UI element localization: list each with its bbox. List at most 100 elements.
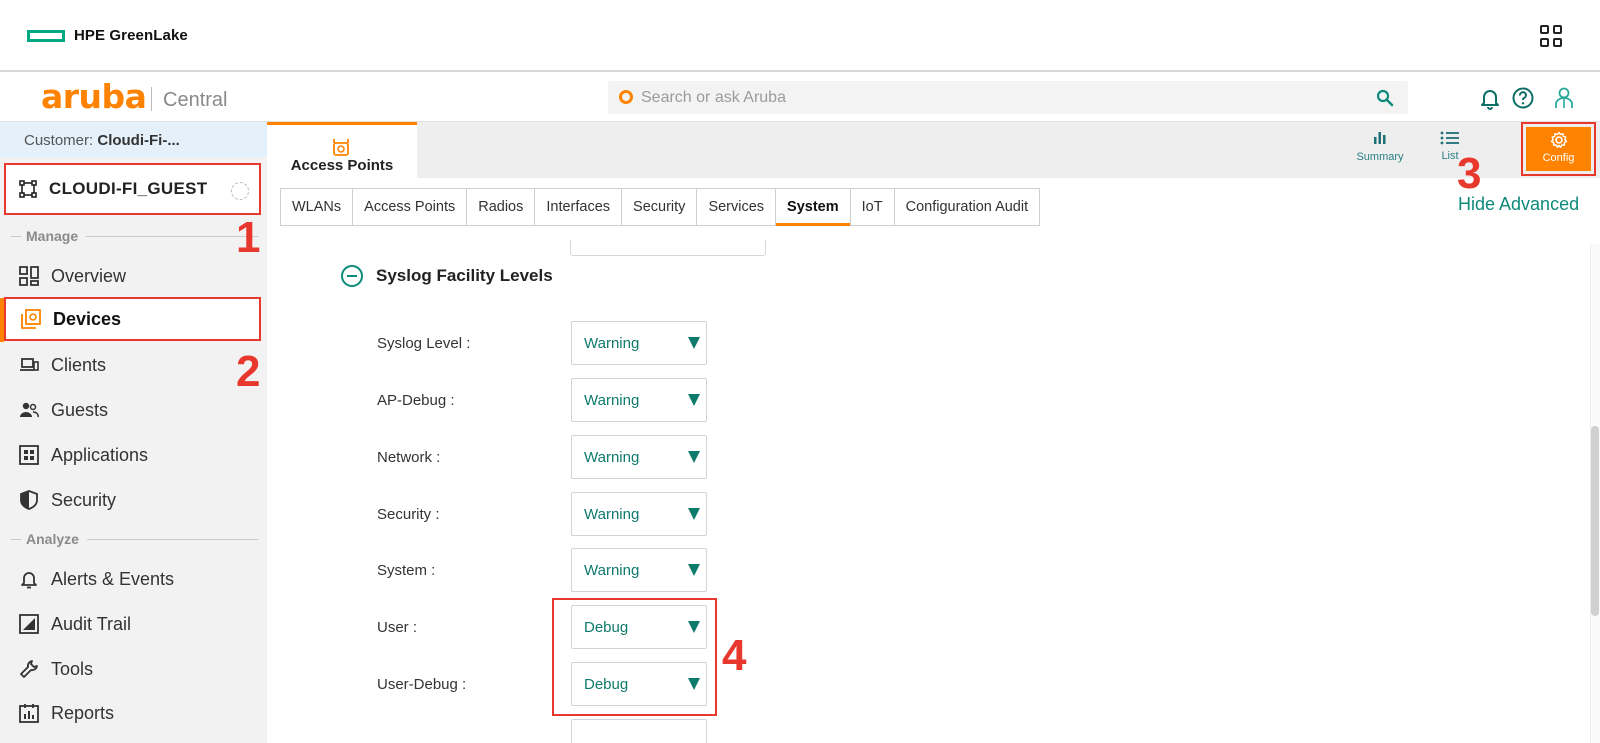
overview-icon bbox=[18, 265, 40, 287]
applications-icon bbox=[18, 444, 40, 466]
subtab-configuration-audit[interactable]: Configuration Audit bbox=[895, 189, 1040, 225]
partially-scrolled-field[interactable] bbox=[570, 240, 766, 256]
list-icon bbox=[1440, 131, 1459, 145]
bell-icon[interactable] bbox=[1478, 86, 1502, 110]
sidebar-item-label: Tools bbox=[51, 658, 94, 679]
gear-icon bbox=[1550, 131, 1567, 148]
shield-icon bbox=[18, 489, 40, 511]
config-view-button[interactable]: Config bbox=[1526, 127, 1591, 171]
security-select[interactable]: Warning bbox=[571, 492, 707, 536]
group-name: CLOUDI-FI_GUEST bbox=[49, 179, 208, 198]
config-label: Config bbox=[1542, 152, 1575, 164]
annotation-4: 4 bbox=[722, 631, 747, 680]
select-value: Warning bbox=[584, 506, 640, 523]
aruba-header: aruba Central bbox=[0, 72, 1600, 122]
access-point-icon bbox=[333, 139, 349, 156]
system-settings-content: Syslog Facility Levels Syslog Level : Wa… bbox=[267, 240, 1590, 743]
sidebar-item-tools[interactable]: Tools bbox=[4, 647, 261, 691]
subtab-iot[interactable]: IoT bbox=[851, 189, 895, 225]
select-value: Warning bbox=[584, 392, 640, 409]
summary-view-button[interactable]: Summary bbox=[1350, 130, 1410, 163]
audit-trail-icon bbox=[18, 613, 40, 635]
sidebar-item-reports[interactable]: Reports bbox=[4, 691, 261, 735]
dropdown-arrow-icon bbox=[688, 564, 700, 576]
select-value: Warning bbox=[584, 562, 640, 579]
wrench-icon bbox=[18, 658, 40, 680]
section-title: Syslog Facility Levels bbox=[376, 266, 553, 285]
tab-label: Access Points bbox=[290, 157, 394, 174]
sidebar-item-label: Alerts & Events bbox=[51, 568, 175, 589]
annotation-2: 2 bbox=[236, 347, 261, 396]
security-label: Security : bbox=[377, 506, 440, 523]
logo-divider bbox=[151, 87, 152, 111]
network-select[interactable]: Warning bbox=[571, 435, 707, 479]
config-highlight: Config bbox=[1521, 122, 1596, 176]
config-subtabs: WLANs Access Points Radios Interfaces Se… bbox=[280, 188, 1041, 226]
sidebar-item-alerts-events[interactable]: Alerts & Events bbox=[4, 557, 261, 601]
collapse-minus-icon[interactable] bbox=[341, 265, 363, 287]
customer-selector[interactable]: Customer: Cloudi-Fi-... bbox=[0, 122, 267, 157]
sidebar-item-devices[interactable]: Devices bbox=[4, 297, 261, 341]
debug-rows-highlight bbox=[552, 598, 717, 716]
section-manage: Manage bbox=[10, 228, 258, 244]
syslog-level-label: Syslog Level : bbox=[377, 335, 471, 352]
help-icon[interactable] bbox=[1511, 86, 1535, 110]
subtab-services[interactable]: Services bbox=[697, 189, 777, 225]
subtab-access-points[interactable]: Access Points bbox=[353, 189, 468, 225]
dropdown-arrow-icon bbox=[688, 508, 700, 520]
sidebar-item-label: Security bbox=[51, 489, 117, 510]
sidebar-item-label: Reports bbox=[51, 702, 115, 723]
next-select-partial[interactable] bbox=[571, 719, 707, 743]
customer-label: Customer: bbox=[24, 132, 94, 149]
device-tabstrip: Access Points Summary List Config bbox=[267, 122, 1600, 178]
user-label: User : bbox=[377, 619, 418, 636]
bell-icon bbox=[18, 568, 40, 590]
sidebar-item-security[interactable]: Security bbox=[4, 478, 261, 522]
greenlake-logo[interactable]: HPE GreenLake bbox=[27, 27, 188, 44]
scrollbar-thumb[interactable] bbox=[1591, 426, 1599, 616]
reports-icon bbox=[18, 702, 40, 724]
user-icon[interactable] bbox=[1552, 86, 1576, 110]
sidebar-item-clients[interactable]: Clients bbox=[4, 343, 261, 387]
user-debug-label: User-Debug : bbox=[377, 676, 467, 693]
section-analyze: Analyze bbox=[10, 531, 258, 547]
ap-debug-label: AP-Debug : bbox=[377, 392, 455, 409]
sidebar-item-label: Devices bbox=[53, 308, 122, 329]
sidebar-item-overview[interactable]: Overview bbox=[4, 254, 261, 298]
subtab-wlans[interactable]: WLANs bbox=[281, 189, 354, 225]
customer-name: Cloudi-Fi-... bbox=[97, 132, 180, 149]
greenlake-bar: HPE GreenLake bbox=[0, 0, 1600, 72]
main-panel: Access Points Summary List Config WLANs … bbox=[267, 122, 1600, 743]
sidebar-item-audit-trail[interactable]: Audit Trail bbox=[4, 602, 261, 646]
system-select[interactable]: Warning bbox=[571, 548, 707, 592]
aruba-logo[interactable]: aruba bbox=[41, 80, 147, 113]
hpe-logo-icon bbox=[27, 29, 65, 42]
search-icon[interactable] bbox=[1376, 89, 1394, 107]
sidebar-item-applications[interactable]: Applications bbox=[4, 433, 261, 477]
app-launcher-grid-icon[interactable] bbox=[1540, 25, 1562, 47]
sidebar-item-label: Overview bbox=[51, 265, 127, 286]
annotation-3: 3 bbox=[1457, 149, 1482, 198]
sidebar: Customer: Cloudi-Fi-... CLOUDI-FI_GUEST … bbox=[0, 122, 267, 743]
tab-access-points[interactable]: Access Points bbox=[267, 122, 417, 178]
select-value: Warning bbox=[584, 335, 640, 352]
sidebar-item-guests[interactable]: Guests bbox=[4, 388, 261, 432]
syslog-level-select[interactable]: Warning bbox=[571, 321, 707, 365]
network-label: Network : bbox=[377, 449, 441, 466]
group-selector[interactable]: CLOUDI-FI_GUEST bbox=[4, 163, 261, 215]
ap-debug-select[interactable]: Warning bbox=[571, 378, 707, 422]
subtab-interfaces[interactable]: Interfaces bbox=[535, 189, 623, 225]
syslog-section-header[interactable]: Syslog Facility Levels bbox=[341, 265, 553, 287]
product-name: Central bbox=[163, 89, 228, 111]
subtab-radios[interactable]: Radios bbox=[467, 189, 536, 225]
dropdown-arrow-icon bbox=[688, 451, 700, 463]
subtab-security[interactable]: Security bbox=[622, 189, 698, 225]
devices-icon bbox=[20, 308, 42, 330]
sidebar-item-label: Clients bbox=[51, 354, 107, 375]
dropdown-arrow-icon bbox=[688, 394, 700, 406]
subtab-system[interactable]: System bbox=[776, 189, 851, 226]
loading-spinner-icon bbox=[231, 182, 249, 200]
search-bar[interactable] bbox=[608, 81, 1408, 114]
summary-label: Summary bbox=[1356, 151, 1404, 163]
search-input[interactable] bbox=[641, 81, 1341, 114]
